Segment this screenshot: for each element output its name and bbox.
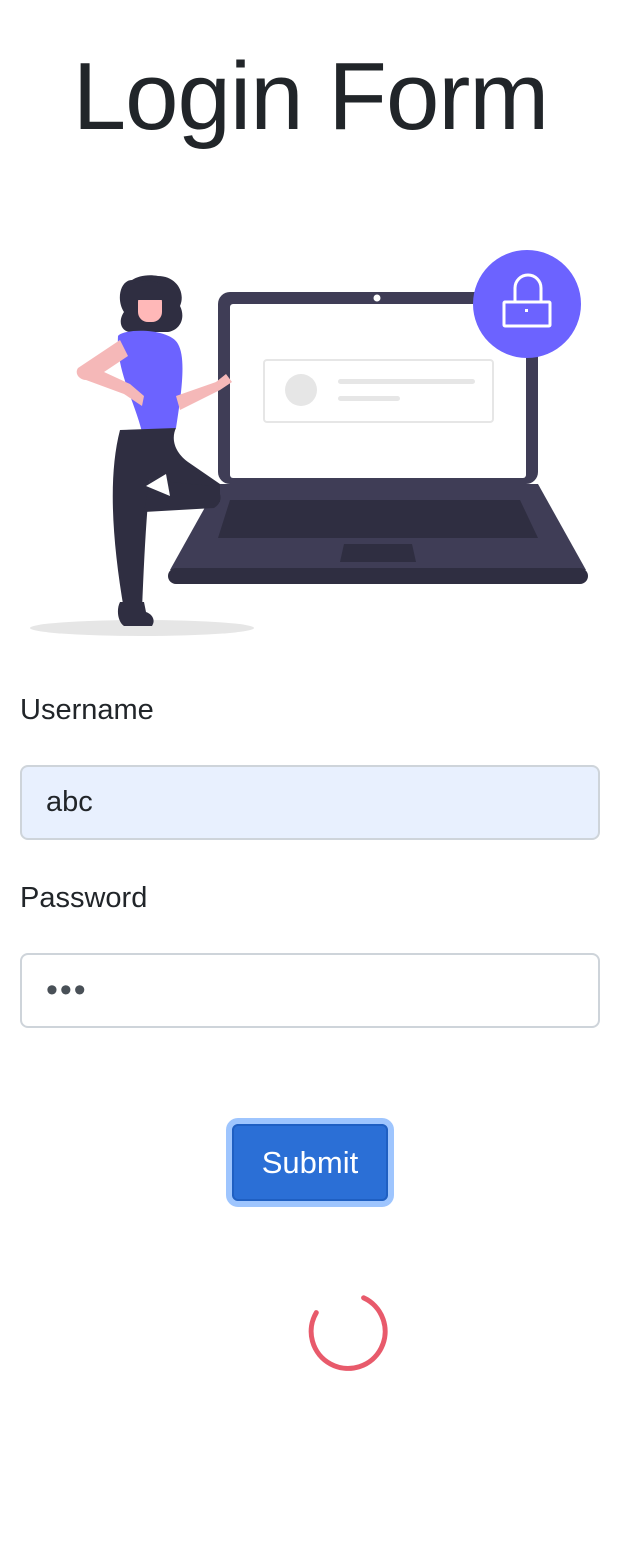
password-value: ••• (46, 971, 88, 1009)
lock-icon (473, 250, 581, 358)
submit-button[interactable]: Submit (226, 1118, 394, 1207)
spinner-icon (308, 1295, 388, 1371)
username-label: Username (20, 694, 154, 726)
password-label: Password (20, 882, 148, 914)
username-input[interactable] (20, 765, 600, 840)
submit-button-label: Submit (232, 1124, 388, 1201)
password-input[interactable]: ••• (20, 953, 600, 1028)
page-title: Login Form (72, 43, 550, 150)
login-illustration (30, 250, 588, 636)
